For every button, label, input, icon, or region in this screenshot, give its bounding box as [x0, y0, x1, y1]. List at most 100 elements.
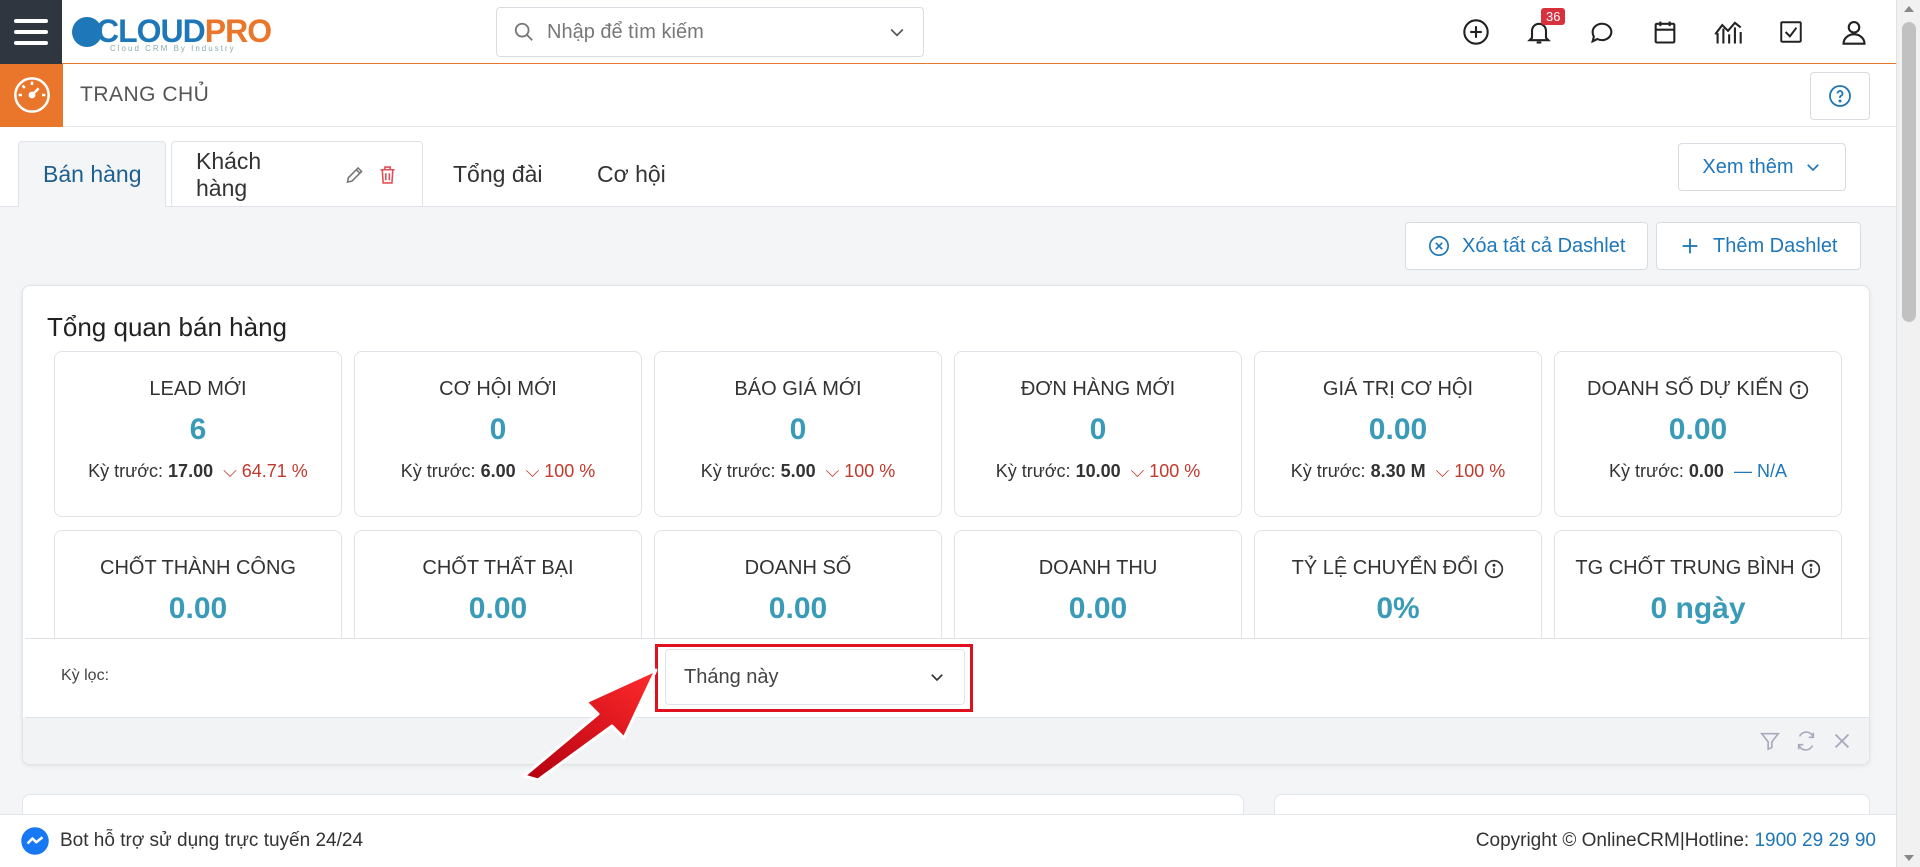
kpi-previous: Kỳ trước: 6.00 ⌵ 100 %	[400, 461, 596, 481]
kpi-label: GIÁ TRỊ CƠ HỘI	[1322, 378, 1474, 400]
filter-icon[interactable]	[1759, 730, 1781, 752]
add-dashlet-button[interactable]: Thêm Dashlet	[1656, 222, 1861, 270]
hotline-link[interactable]: 1900 29 29 90	[1754, 830, 1876, 851]
kpi-label: DOANH THU	[1038, 557, 1158, 579]
kpi-label: ĐƠN HÀNG MỚI	[1020, 378, 1176, 400]
kpi-label: CHỐT THẤT BẠI	[422, 557, 574, 579]
annotation-arrow-icon	[522, 668, 658, 780]
kpi-label: TG CHỐT TRUNG BÌNH	[1575, 557, 1795, 579]
help-button[interactable]	[1810, 72, 1870, 120]
info-icon[interactable]	[1801, 559, 1821, 579]
scroll-down-icon[interactable]	[1904, 855, 1914, 861]
trend-down-icon: ⌵	[825, 461, 845, 481]
tab-co-hoi[interactable]: Cơ hội	[573, 141, 690, 207]
trend-down-icon: ⌵	[525, 461, 545, 481]
kpi-label: TỶ LỆ CHUYỂN ĐỔI	[1291, 557, 1479, 579]
kpi-label: LEAD MỚI	[149, 378, 247, 400]
kpi-previous: Kỳ trước: 5.00 ⌵ 100 %	[700, 461, 896, 481]
tab-label: Bán hàng	[43, 161, 142, 187]
brand-logo[interactable]: CLOUDPRO Cloud CRM By Industry	[72, 0, 272, 64]
menu-toggle-button[interactable]	[0, 0, 62, 64]
support-bot-text: Bot hỗ trợ sử dụng trực tuyến 24/24	[60, 830, 364, 851]
tab-label: Tổng đài	[453, 160, 543, 187]
cloud-logo-icon	[72, 16, 102, 47]
top-navbar: CLOUDPRO Cloud CRM By Industry Nhập để t…	[0, 0, 1896, 64]
scrollbar-thumb[interactable]	[1902, 22, 1916, 322]
kpi-value: 0.00	[168, 592, 228, 625]
messenger-icon	[21, 827, 49, 855]
kpi-change: ⌵ 100 %	[525, 461, 596, 481]
kpi-value: 0.00	[1368, 413, 1428, 446]
kpi-previous: Kỳ trước: 0.00— N/A	[1609, 461, 1787, 481]
x-circle-icon	[1429, 236, 1449, 256]
kpi-previous: Kỳ trước: 10.00 ⌵ 100 %	[995, 461, 1201, 481]
clear-all-dashlets-button[interactable]: Xóa tất cả Dashlet	[1405, 222, 1649, 270]
chat-bubble-icon	[1591, 22, 1613, 44]
kpi-value: 0	[1089, 413, 1107, 446]
support-bot-link[interactable]: Bot hỗ trợ sử dụng trực tuyến 24/24	[20, 826, 363, 856]
more-tabs-button[interactable]: Xem thêm	[1678, 143, 1846, 191]
close-icon[interactable]	[1831, 730, 1853, 752]
header-icon-group: 36	[1458, 0, 1872, 64]
tab-label: Cơ hội	[597, 160, 666, 187]
kpi-value: 0.00	[1668, 413, 1728, 446]
tab-ban-hang[interactable]: Bán hàng	[18, 141, 167, 207]
chevron-down-icon	[1806, 164, 1819, 172]
kpi-value: 0	[489, 413, 507, 446]
dashboard-module-icon[interactable]	[0, 63, 63, 127]
filter-label: Kỳ lọc:	[61, 667, 110, 684]
copyright-text: Copyright © OnlineCRM|Hotline:	[1475, 830, 1755, 851]
reports-button[interactable]	[1710, 14, 1746, 50]
page-scrollbar[interactable]	[1896, 0, 1920, 867]
kpi-card: LEAD MỚI 6 Kỳ trước: 17.00 ⌵ 64.71 %	[54, 351, 342, 517]
kpi-card: BÁO GIÁ MỚI 0 Kỳ trước: 5.00 ⌵ 100 %	[654, 351, 942, 517]
dashlet-title: Tổng quan bán hàng	[47, 312, 287, 342]
info-icon[interactable]	[1484, 559, 1504, 579]
dashboard-tabs: Bán hàng Khách hàng Tổng đài Cơ hội Xem …	[0, 127, 1896, 207]
kpi-change: ⌵ 64.71 %	[223, 461, 308, 481]
search-input[interactable]: Nhập để tìm kiếm	[496, 7, 924, 57]
user-icon	[1842, 21, 1866, 45]
calendar-button[interactable]	[1647, 14, 1683, 50]
kpi-value: 0	[789, 413, 807, 446]
search-icon	[514, 22, 533, 41]
refresh-icon[interactable]	[1795, 730, 1817, 752]
trend-down-icon: ⌵	[223, 461, 242, 481]
add-button[interactable]	[1458, 14, 1494, 50]
calendar-icon	[1654, 21, 1676, 44]
add-dashlet-label: Thêm Dashlet	[1713, 234, 1838, 257]
kpi-change: — N/A	[1733, 461, 1787, 481]
kpi-value: 0.00	[1068, 592, 1128, 625]
notifications-button[interactable]: 36	[1521, 8, 1566, 50]
kpi-change: ⌵ 100 %	[1435, 461, 1506, 481]
info-icon[interactable]	[1789, 380, 1809, 400]
notification-badge: 36	[1541, 8, 1566, 25]
chat-button[interactable]	[1584, 14, 1620, 50]
tasks-button[interactable]	[1773, 14, 1809, 50]
page-title: TRANG CHỦ	[80, 83, 210, 106]
kpi-card: CƠ HỘI MỚI 0 Kỳ trước: 6.00 ⌵ 100 %	[354, 351, 642, 517]
edit-pencil-icon[interactable]	[344, 164, 365, 186]
kpi-previous: Kỳ trước: 8.30 M ⌵ 100 %	[1290, 461, 1506, 481]
kpi-label: BÁO GIÁ MỚI	[734, 378, 862, 400]
kpi-card: DOANH SỐ DỰ KIẾN 0.00 Kỳ trước: 0.00— N/…	[1554, 351, 1842, 517]
kpi-change: ⌵ 100 %	[1130, 461, 1201, 481]
scroll-up-icon[interactable]	[1904, 6, 1914, 12]
clear-all-label: Xóa tất cả Dashlet	[1462, 234, 1626, 257]
user-profile-button[interactable]	[1836, 14, 1872, 50]
trend-down-icon: ⌵	[1435, 461, 1455, 481]
annotation-highlight-box	[655, 644, 973, 712]
page-header: TRANG CHỦ	[0, 63, 1896, 127]
kpi-value: 0 ngày	[1650, 592, 1746, 625]
tab-khach-hang[interactable]: Khách hàng	[171, 141, 423, 207]
search-placeholder: Nhập để tìm kiếm	[547, 20, 704, 43]
logo-tagline: Cloud CRM By Industry	[110, 44, 236, 53]
hamburger-icon	[14, 18, 48, 23]
kpi-label: CƠ HỘI MỚI	[439, 378, 557, 400]
tab-tong-dai[interactable]: Tổng đài	[429, 141, 567, 207]
trash-icon[interactable]	[377, 163, 398, 187]
tab-label: Khách hàng	[196, 147, 262, 201]
trend-down-icon: ⌵	[1130, 461, 1150, 481]
dashlet-footer	[23, 718, 1869, 764]
kpi-card: GIÁ TRỊ CƠ HỘI 0.00 Kỳ trước: 8.30 M ⌵ 10…	[1254, 351, 1542, 517]
